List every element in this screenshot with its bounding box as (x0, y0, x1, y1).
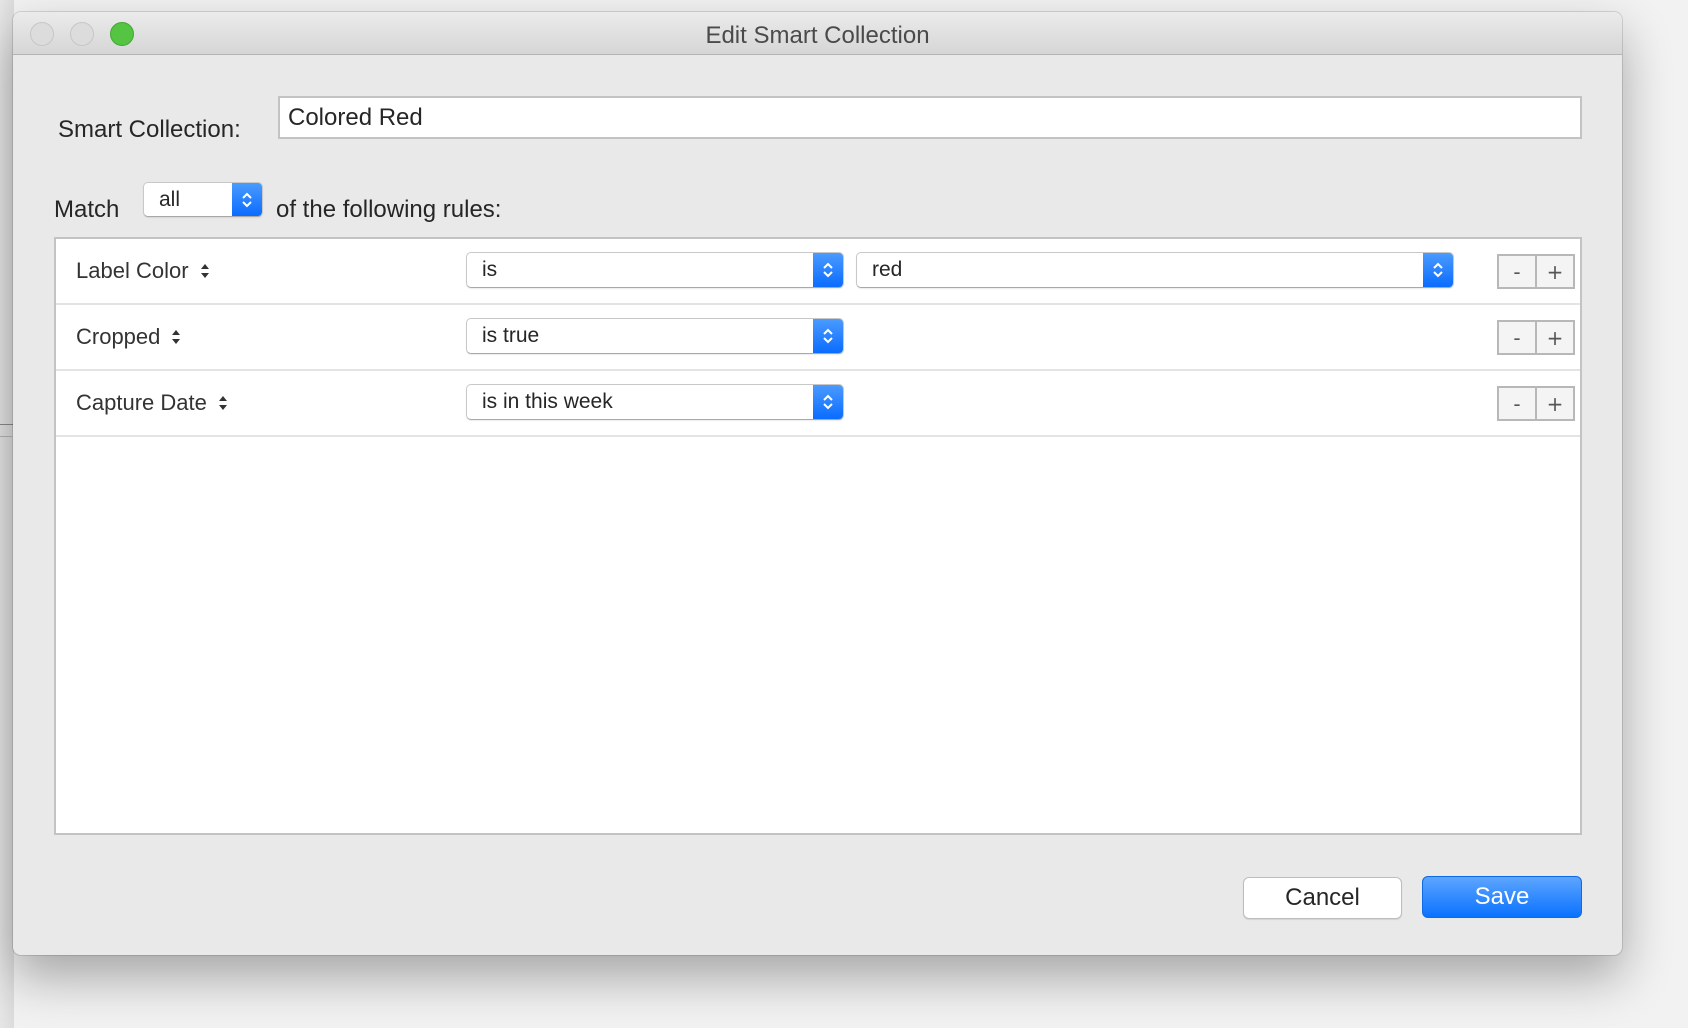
desktop-background (0, 0, 14, 1028)
match-mode-popup[interactable]: all (143, 182, 263, 217)
rule-operator-value: is true (482, 324, 540, 347)
rule-add-remove-control: - + (1497, 320, 1575, 355)
match-mode-value: all (159, 187, 181, 211)
rule-operator-value: is in this week (482, 390, 613, 413)
rule-row: Capture Date is in this week - + (56, 371, 1580, 437)
popup-arrows-icon (813, 319, 843, 353)
cancel-button[interactable]: Cancel (1243, 877, 1402, 919)
desktop-line (0, 436, 12, 437)
updown-arrows-icon (218, 396, 227, 410)
popup-arrows-icon (1423, 253, 1453, 287)
updown-arrows-icon (172, 330, 181, 344)
match-label: Match (54, 196, 120, 223)
rule-operator-popup[interactable]: is in this week (466, 384, 844, 420)
titlebar: Edit Smart Collection (13, 12, 1622, 55)
rule-value: red (872, 258, 903, 281)
remove-rule-button[interactable]: - (1499, 388, 1535, 419)
rule-field-select[interactable]: Label Color (76, 258, 211, 284)
updown-arrows-icon (200, 264, 209, 278)
desktop-line (0, 424, 14, 425)
rule-field-select[interactable]: Cropped (76, 324, 182, 350)
smart-collection-name-input[interactable] (278, 96, 1582, 139)
rule-field-label: Cropped (76, 324, 161, 349)
popup-arrows-icon (813, 385, 843, 419)
rules-list: Label Color is red - + Cropped is true -… (54, 237, 1582, 835)
save-button[interactable]: Save (1422, 876, 1582, 918)
remove-rule-button[interactable]: - (1499, 256, 1535, 287)
rule-add-remove-control: - + (1497, 254, 1575, 289)
match-suffix-label: of the following rules: (276, 196, 502, 223)
rule-row: Cropped is true - + (56, 305, 1580, 371)
rule-field-label: Label Color (76, 258, 189, 283)
smart-collection-label: Smart Collection: (58, 116, 241, 143)
popup-arrows-icon (813, 253, 843, 287)
rule-operator-popup[interactable]: is true (466, 318, 844, 354)
rule-row: Label Color is red - + (56, 239, 1580, 305)
add-rule-button[interactable]: + (1535, 388, 1573, 419)
add-rule-button[interactable]: + (1535, 256, 1573, 287)
remove-rule-button[interactable]: - (1499, 322, 1535, 353)
rule-field-select[interactable]: Capture Date (76, 390, 229, 416)
rule-field-label: Capture Date (76, 390, 207, 415)
edit-smart-collection-window: Edit Smart Collection Smart Collection: … (13, 12, 1622, 955)
rule-value-popup[interactable]: red (856, 252, 1454, 288)
rule-add-remove-control: - + (1497, 386, 1575, 421)
window-title: Edit Smart Collection (705, 22, 930, 49)
popup-arrows-icon (232, 183, 262, 216)
add-rule-button[interactable]: + (1535, 322, 1573, 353)
rule-operator-value: is (482, 258, 498, 281)
rule-operator-popup[interactable]: is (466, 252, 844, 288)
